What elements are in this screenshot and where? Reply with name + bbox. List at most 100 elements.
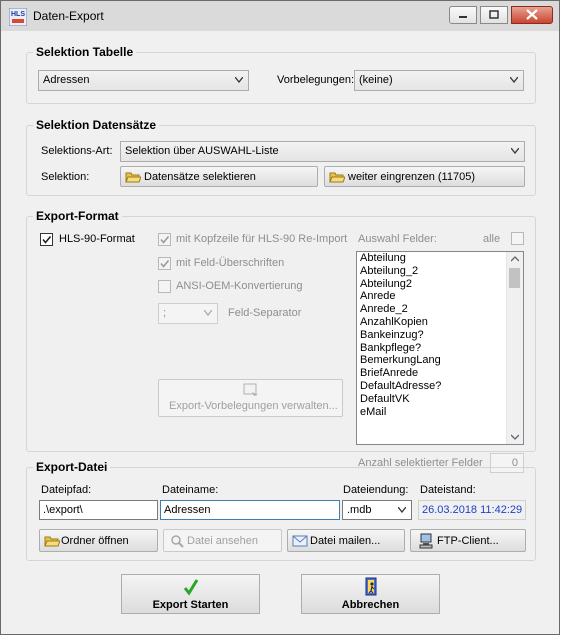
datei-ansehen-label: Datei ansehen (187, 535, 258, 547)
dialog-body: Selektion Tabelle Adressen Vorbelegungen… (9, 31, 553, 629)
minimize-icon (459, 16, 467, 18)
edit-form-icon (243, 383, 258, 396)
close-button[interactable] (511, 6, 553, 24)
selektions-art-value: Selektion über AUSWAHL-Liste (125, 145, 279, 157)
export-format-group: Export-Format HLS-90-Format mit Kopfzeil… (26, 209, 536, 473)
list-item[interactable]: Abteilung_2 (357, 265, 523, 278)
maximize-button[interactable] (480, 6, 508, 24)
dateiendung-value: .mdb (347, 504, 372, 516)
datensaetze-selektieren-label: Datensätze selektieren (144, 171, 256, 183)
magnifier-icon (171, 535, 184, 548)
export-datei-group: Export-Datei Dateipfad: .\export\ Datein… (26, 460, 536, 561)
table-select[interactable]: Adressen (38, 70, 249, 91)
export-format-title: Export-Format (33, 209, 122, 223)
selektion-tabelle-group: Selektion Tabelle Adressen Vorbelegungen… (26, 45, 536, 104)
abbrechen-label: Abbrechen (341, 599, 400, 611)
list-item[interactable]: AnzahlKopien (357, 316, 523, 329)
ftp-client-label: FTP-Client... (437, 535, 499, 547)
dateiendung-select[interactable]: .mdb (342, 500, 412, 520)
list-scrollbar[interactable] (506, 252, 523, 444)
selektions-art-select[interactable]: Selektion über AUSWAHL-Liste (120, 141, 525, 162)
kopfzeile-label: mit Kopfzeile für HLS-90 Re-Import (176, 233, 348, 245)
list-item[interactable]: DefaultVK (357, 393, 523, 406)
ordner-oeffnen-button[interactable]: Ordner öffnen (39, 529, 158, 552)
app-icon-text: HLS (11, 11, 25, 18)
dateipfad-input[interactable]: .\export\ (39, 500, 158, 520)
scroll-up-icon[interactable] (511, 256, 519, 262)
selektion-datensaetze-title: Selektion Datensätze (33, 118, 160, 132)
list-item[interactable]: DefaultAdresse? (357, 380, 523, 393)
auswahl-felder-list[interactable]: Abteilung Abteilung_2 Abteilung2 Anrede … (356, 251, 524, 445)
dateiname-input[interactable]: Adressen (160, 500, 340, 520)
hls-90-format-checkbox[interactable] (40, 233, 53, 246)
ansi-oem-label: ANSI-OEM-Konvertierung (176, 280, 303, 292)
list-item[interactable]: Anrede_2 (357, 303, 523, 316)
close-icon (526, 9, 538, 20)
daten-export-window: HLS Daten-Export Selektion Tabelle Adres… (0, 0, 560, 635)
ansi-oem-checkbox[interactable] (158, 280, 171, 293)
scroll-down-icon[interactable] (511, 434, 519, 440)
list-item[interactable]: Anrede (357, 290, 523, 303)
weiter-eingrenzen-button[interactable]: weiter eingrenzen (11705) (324, 166, 525, 187)
list-item[interactable]: eMail (357, 406, 523, 419)
checkmark-icon (183, 579, 199, 596)
kopfzeile-checkbox[interactable] (158, 233, 171, 246)
export-vorbelegungen-label: Export-Vorbelegungen verwalten... (169, 400, 338, 412)
minimize-button[interactable] (449, 6, 477, 24)
hls-90-format-label: HLS-90-Format (59, 233, 135, 245)
scroll-thumb[interactable] (509, 268, 520, 288)
folder-open-icon (44, 536, 60, 547)
alle-label: alle (483, 233, 501, 245)
checkmark-icon (160, 259, 170, 268)
vorbelegungen-select[interactable]: (keine) (354, 70, 524, 91)
export-vorbelegungen-button[interactable]: Export-Vorbelegungen verwalten... (158, 379, 343, 417)
maximize-icon (489, 10, 499, 19)
dateiendung-label: Dateiendung: (343, 484, 409, 496)
exit-door-icon (365, 577, 377, 596)
chevron-down-icon (235, 77, 243, 83)
list-item[interactable]: Bankeinzug? (357, 329, 523, 342)
abbrechen-button[interactable]: Abbrechen (301, 574, 440, 614)
list-item[interactable]: Bankpflege? (357, 342, 523, 355)
checkmark-icon (160, 235, 170, 244)
datei-mailen-label: Datei mailen... (310, 535, 381, 547)
checkmark-icon (42, 235, 52, 244)
dateiname-label: Dateiname: (162, 484, 219, 496)
list-item[interactable]: BriefAnrede (357, 367, 523, 380)
export-datei-title: Export-Datei (33, 460, 111, 474)
feld-ueberschriften-label: mit Feld-Überschriften (176, 257, 285, 269)
dateistand-value: 26.03.2018 11:42:29 (422, 504, 523, 516)
table-select-value: Adressen (43, 74, 90, 86)
dateistand-label: Dateistand: (420, 484, 476, 496)
datei-mailen-button[interactable]: Datei mailen... (287, 529, 405, 552)
hls-app-icon: HLS (9, 8, 27, 26)
dateipfad-label: Dateipfad: (41, 484, 92, 496)
window-title: Daten-Export (33, 9, 104, 23)
network-computer-icon (419, 533, 433, 549)
list-item[interactable]: Abteilung (357, 252, 523, 265)
feld-ueberschriften-checkbox[interactable] (158, 257, 171, 270)
alle-checkbox[interactable] (511, 232, 524, 245)
folder-open-icon (125, 172, 141, 183)
folder-open-icon (329, 172, 345, 183)
ordner-oeffnen-label: Ordner öffnen (61, 535, 129, 547)
feld-separator-label: Feld-Separator (228, 307, 302, 319)
datensaetze-selektieren-button[interactable]: Datensätze selektieren (120, 166, 318, 187)
feld-separator-select[interactable]: ; (158, 303, 218, 324)
datei-ansehen-button[interactable]: Datei ansehen (163, 529, 282, 552)
dateipfad-value: .\export\ (43, 504, 83, 516)
ftp-client-button[interactable]: FTP-Client... (410, 529, 526, 552)
weiter-eingrenzen-label: weiter eingrenzen (11705) (348, 171, 475, 183)
dateistand-field: 26.03.2018 11:42:29 (418, 500, 526, 520)
export-starten-button[interactable]: Export Starten (121, 574, 260, 614)
list-item[interactable]: BemerkungLang (357, 354, 523, 367)
list-item[interactable]: Abteilung2 (357, 278, 523, 291)
title-bar[interactable]: HLS Daten-Export (1, 1, 559, 31)
selektion-tabelle-title: Selektion Tabelle (33, 45, 137, 59)
vorbelegungen-select-value: (keine) (359, 74, 393, 86)
auswahl-felder-label: Auswahl Felder: (358, 233, 437, 245)
selektion-datensaetze-group: Selektion Datensätze Selektions-Art: Sel… (26, 118, 536, 196)
vorbelegungen-label: Vorbelegungen: (277, 74, 355, 86)
chevron-down-icon (511, 148, 519, 154)
selektions-art-label: Selektions-Art: (41, 145, 113, 157)
